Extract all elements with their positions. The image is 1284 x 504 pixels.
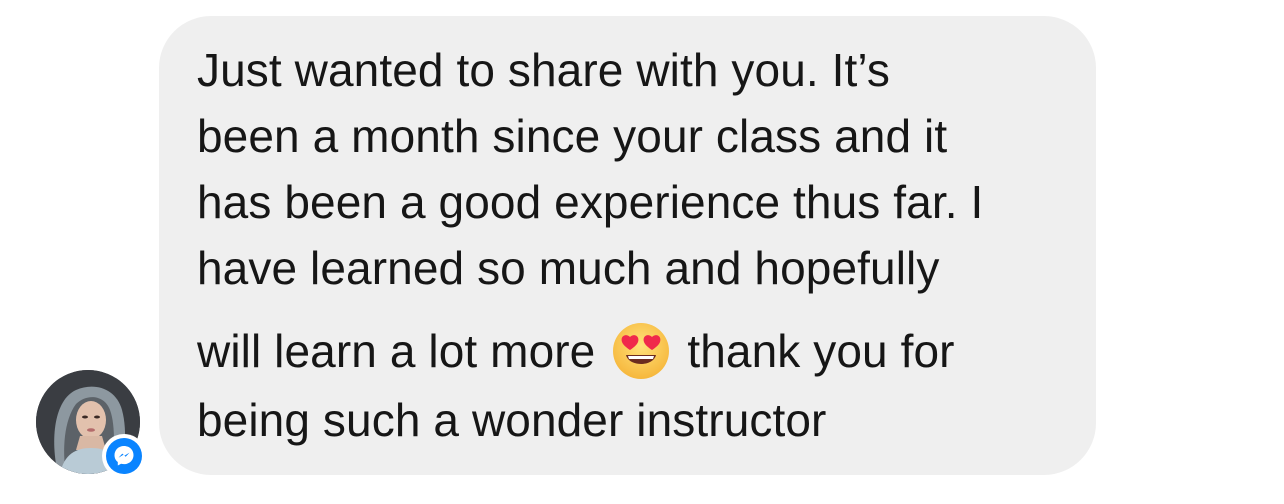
message-line: Just wanted to share with you. It’s [197, 44, 891, 96]
messenger-icon [106, 438, 142, 474]
message-line: being such a wonder instructor [197, 394, 827, 446]
heart-eyes-emoji-icon [611, 321, 671, 381]
message-line: have learned so much and hopefully [197, 242, 940, 294]
message-bubble[interactable]: Just wanted to share with you. It’s been… [159, 16, 1096, 475]
sender-avatar[interactable] [36, 370, 146, 478]
messenger-badge [102, 434, 146, 478]
message-line: has been a good experience thus far. I [197, 176, 984, 228]
message-line: been a month since your class and it [197, 110, 948, 162]
message-text: will learn a lot more [197, 325, 596, 377]
message-line-with-emoji: will learn a lot more thank you for [197, 321, 955, 381]
message-text: thank you for [687, 325, 955, 377]
